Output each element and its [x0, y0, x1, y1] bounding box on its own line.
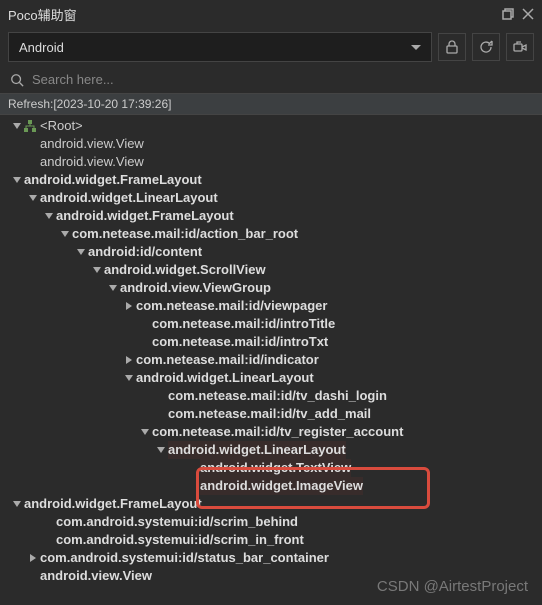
tree-row[interactable]: android.view.ViewGroup: [0, 279, 542, 297]
tree-row[interactable]: android.widget.ImageView: [0, 477, 542, 495]
tree-label: android.widget.FrameLayout: [24, 171, 202, 189]
tree-row[interactable]: com.netease.mail:id/viewpager: [0, 297, 542, 315]
search-input[interactable]: [32, 72, 532, 87]
expand-toggle-icon[interactable]: [77, 249, 85, 255]
tree-label: android.widget.ScrollView: [104, 261, 266, 279]
lock-button[interactable]: [438, 33, 466, 61]
tree-label: com.netease.mail:id/introTxt: [152, 333, 328, 351]
tree-row[interactable]: android.widget.LinearLayout: [0, 369, 542, 387]
tree-row[interactable]: com.netease.mail:id/action_bar_root: [0, 225, 542, 243]
tree-row[interactable]: com.netease.mail:id/tv_dashi_login: [0, 387, 542, 405]
tree-label: com.android.systemui:id/scrim_in_front: [56, 531, 304, 549]
expand-toggle-icon[interactable]: [13, 501, 21, 507]
tree-row[interactable]: com.android.systemui:id/scrim_in_front: [0, 531, 542, 549]
root-icon: [24, 120, 36, 132]
tree-label: android.view.View: [40, 153, 144, 171]
tree-label: com.netease.mail:id/indicator: [136, 351, 319, 369]
expand-toggle-icon[interactable]: [126, 302, 132, 310]
expand-toggle-icon[interactable]: [109, 285, 117, 291]
refresh-button[interactable]: [472, 33, 500, 61]
hierarchy-tree[interactable]: <Root>android.view.Viewandroid.view.View…: [0, 115, 542, 605]
window-title: Poco辅助窗: [8, 5, 502, 24]
refresh-status: Refresh:[2023-10-20 17:39:26]: [0, 93, 542, 115]
tree-row[interactable]: android.widget.LinearLayout: [0, 441, 542, 459]
search-icon: [10, 73, 24, 87]
tree-label: android:id/content: [88, 243, 202, 261]
dropdown-selected: Android: [19, 40, 64, 55]
tree-row[interactable]: com.netease.mail:id/introTitle: [0, 315, 542, 333]
tree-row[interactable]: android:id/content: [0, 243, 542, 261]
tree-label: android.widget.TextView: [200, 459, 351, 477]
tree-label: android.widget.LinearLayout: [136, 369, 314, 387]
expand-toggle-icon[interactable]: [126, 356, 132, 364]
tree-label: com.netease.mail:id/tv_register_account: [152, 423, 403, 441]
expand-toggle-icon[interactable]: [13, 123, 21, 129]
record-button[interactable]: [506, 33, 534, 61]
tree-label: android.widget.ImageView: [200, 477, 363, 495]
expand-toggle-icon[interactable]: [157, 447, 165, 453]
close-icon[interactable]: [522, 8, 534, 20]
tree-row[interactable]: com.android.systemui:id/status_bar_conta…: [0, 549, 542, 567]
tree-label: android.widget.LinearLayout: [40, 189, 218, 207]
tree-row[interactable]: <Root>: [0, 117, 542, 135]
tree-row[interactable]: android.view.View: [0, 567, 542, 585]
tree-label: android.widget.FrameLayout: [24, 495, 202, 513]
tree-row[interactable]: android.view.View: [0, 153, 542, 171]
tree-row[interactable]: android.widget.FrameLayout: [0, 171, 542, 189]
tree-label: <Root>: [40, 117, 83, 135]
tree-row[interactable]: com.netease.mail:id/introTxt: [0, 333, 542, 351]
tree-row[interactable]: android.widget.FrameLayout: [0, 207, 542, 225]
expand-toggle-icon[interactable]: [93, 267, 101, 273]
expand-toggle-icon[interactable]: [29, 195, 37, 201]
tree-row[interactable]: com.netease.mail:id/tv_add_mail: [0, 405, 542, 423]
tree-row[interactable]: com.netease.mail:id/tv_register_account: [0, 423, 542, 441]
tree-label: com.netease.mail:id/tv_add_mail: [168, 405, 371, 423]
expand-toggle-icon[interactable]: [61, 231, 69, 237]
expand-toggle-icon[interactable]: [13, 177, 21, 183]
tree-row[interactable]: android.widget.ScrollView: [0, 261, 542, 279]
tree-row[interactable]: com.netease.mail:id/indicator: [0, 351, 542, 369]
tree-label: android.view.View: [40, 567, 152, 585]
tree-label: android.view.View: [40, 135, 144, 153]
expand-toggle-icon[interactable]: [45, 213, 53, 219]
float-icon[interactable]: [502, 8, 514, 20]
tree-label: android.view.ViewGroup: [120, 279, 271, 297]
tree-label: com.netease.mail:id/tv_dashi_login: [168, 387, 387, 405]
tree-label: com.netease.mail:id/action_bar_root: [72, 225, 298, 243]
tree-label: com.android.systemui:id/status_bar_conta…: [40, 549, 329, 567]
tree-row[interactable]: android.widget.TextView: [0, 459, 542, 477]
tree-row[interactable]: com.android.systemui:id/scrim_behind: [0, 513, 542, 531]
expand-toggle-icon[interactable]: [30, 554, 36, 562]
tree-label: com.netease.mail:id/viewpager: [136, 297, 327, 315]
tree-label: com.netease.mail:id/introTitle: [152, 315, 335, 333]
chevron-down-icon: [411, 45, 421, 50]
expand-toggle-icon[interactable]: [141, 429, 149, 435]
expand-toggle-icon[interactable]: [125, 375, 133, 381]
tree-row[interactable]: android.widget.LinearLayout: [0, 189, 542, 207]
tree-row[interactable]: android.view.View: [0, 135, 542, 153]
tree-label: com.android.systemui:id/scrim_behind: [56, 513, 298, 531]
tree-label: android.widget.LinearLayout: [168, 441, 346, 459]
device-dropdown[interactable]: Android: [8, 32, 432, 62]
tree-row[interactable]: android.widget.FrameLayout: [0, 495, 542, 513]
tree-label: android.widget.FrameLayout: [56, 207, 234, 225]
